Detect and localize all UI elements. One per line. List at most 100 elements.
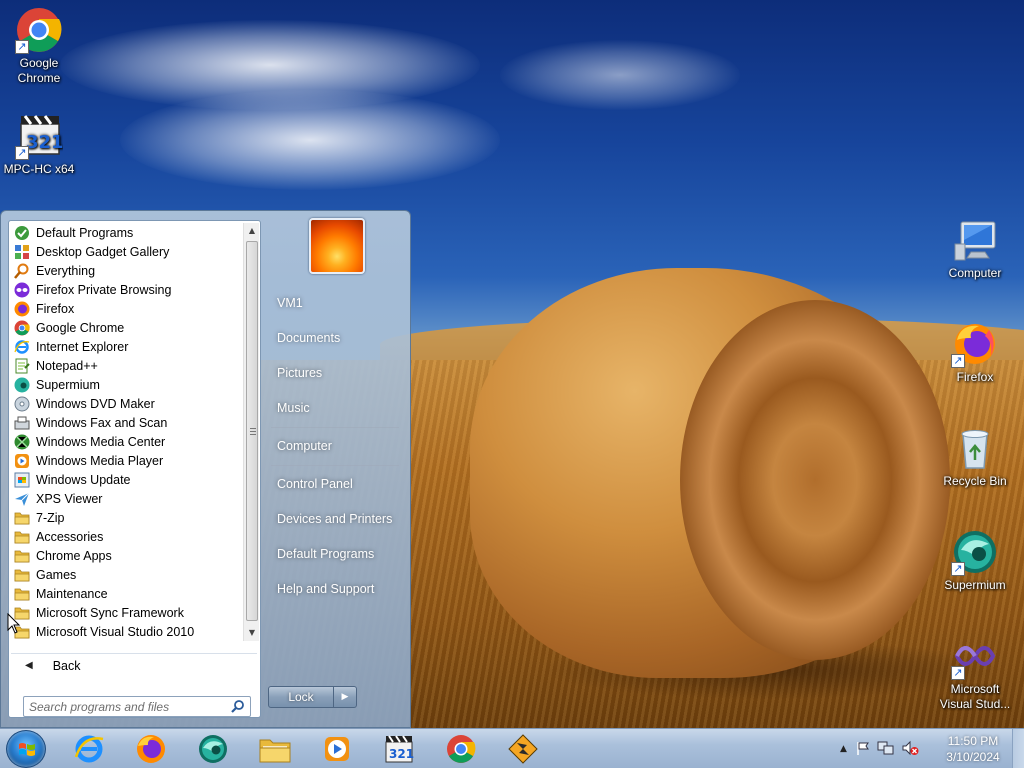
folder-icon (13, 547, 30, 564)
firefox-icon (13, 300, 30, 317)
start-right-devices-printers[interactable]: Devices and Printers (267, 505, 403, 533)
start-button[interactable] (6, 730, 46, 768)
network-icon[interactable] (877, 740, 895, 759)
program-item-label: Everything (36, 263, 96, 278)
start-right-pictures[interactable]: Pictures (267, 359, 403, 387)
xps-viewer-icon (13, 490, 30, 507)
supermium-icon (199, 735, 227, 763)
media-center-icon (13, 433, 30, 450)
supermium-icon (13, 376, 30, 393)
shutdown-options-arrow-icon[interactable]: ▶ (334, 686, 357, 708)
taskbar-chrome[interactable] (434, 731, 488, 767)
all-programs-pane: Default Programs Desktop Gadget Gallery Ev… (8, 220, 261, 718)
desktop-icon-firefox[interactable]: ↗ Firefox (937, 320, 1013, 385)
program-list-scrollbar[interactable]: ▲ ▼ (243, 223, 259, 641)
start-right-documents[interactable]: Documents (267, 324, 403, 352)
search-icon[interactable] (231, 699, 245, 716)
program-item[interactable]: Default Programs (11, 223, 243, 242)
everything-icon (13, 262, 30, 279)
desktop-icon-label: Recycle Bin (943, 474, 1007, 488)
program-item[interactable]: Accessories (11, 527, 243, 546)
clock[interactable]: 11:50 PM 3/10/2024 (940, 733, 1006, 765)
program-item[interactable]: XPS Viewer (11, 489, 243, 508)
desktop-icon-computer[interactable]: Computer (937, 216, 1013, 281)
dvd-maker-icon (13, 395, 30, 412)
winamp-icon (508, 734, 538, 764)
program-item[interactable]: Windows DVD Maker (11, 394, 243, 413)
mpc-hc-icon: 321 (385, 735, 414, 763)
clock-date: 3/10/2024 (946, 750, 1000, 764)
program-item[interactable]: Windows Media Center (11, 432, 243, 451)
show-desktop-button[interactable] (1012, 729, 1024, 768)
start-right-default-programs[interactable]: Default Programs (267, 540, 403, 568)
search-input[interactable] (29, 699, 219, 714)
desktop-icon-recycle-bin[interactable]: Recycle Bin (937, 424, 1013, 489)
taskbar-winamp[interactable] (496, 731, 550, 767)
volume-muted-icon[interactable] (901, 740, 919, 759)
desktop-icon-mpc-hc[interactable]: 321 ↗ MPC-HC x64 (1, 112, 77, 177)
program-item[interactable]: Notepad++ (11, 356, 243, 375)
show-hidden-icons-chevron-icon[interactable]: ▲ (840, 744, 847, 754)
desktop-icon-label: Computer (948, 266, 1002, 280)
program-item[interactable]: Internet Explorer (11, 337, 243, 356)
default-programs-icon (13, 224, 30, 241)
start-right-computer[interactable]: Computer (267, 432, 403, 460)
desktop-icon-visual-studio[interactable]: ↗ Microsoft Visual Stud... (937, 632, 1013, 712)
program-item-label: Microsoft Sync Framework (36, 605, 184, 620)
taskbar-ie[interactable] (62, 731, 116, 767)
start-right-control-panel[interactable]: Control Panel (267, 470, 403, 498)
folder-icon (13, 509, 30, 526)
program-item[interactable]: Windows Update (11, 470, 243, 489)
program-item[interactable]: Supermium (11, 375, 243, 394)
mouse-cursor-icon (7, 613, 21, 634)
supermium-icon: ↗ (951, 528, 999, 576)
program-item[interactable]: Desktop Gadget Gallery (11, 242, 243, 261)
program-item[interactable]: Google Chrome (11, 318, 243, 337)
scrollbar-thumb[interactable] (246, 241, 258, 621)
program-item[interactable]: Maintenance (11, 584, 243, 603)
media-player-icon (325, 737, 349, 761)
svg-text:321: 321 (26, 132, 63, 153)
program-item[interactable]: Microsoft Sync Framework (11, 603, 243, 622)
start-right-music[interactable]: Music (267, 394, 403, 422)
scroll-up-arrow-icon[interactable]: ▲ (244, 223, 260, 239)
scroll-down-arrow-icon[interactable]: ▼ (244, 625, 260, 641)
program-item[interactable]: Windows Media Player (11, 451, 243, 470)
search-box[interactable] (23, 696, 251, 717)
program-list: Default Programs Desktop Gadget Gallery Ev… (11, 223, 243, 641)
back-button[interactable]: ◀ Back (11, 653, 257, 677)
taskbar-firefox[interactable] (124, 731, 178, 767)
right-item-label: Music (277, 401, 310, 415)
computer-icon (951, 216, 999, 264)
program-item[interactable]: Windows Fax and Scan (11, 413, 243, 432)
user-picture[interactable] (309, 218, 365, 274)
program-item-label: Microsoft Visual Studio 2010 (36, 624, 195, 639)
desktop-icon-supermium[interactable]: ↗ Supermium (937, 528, 1013, 593)
program-item[interactable]: Firefox Private Browsing (11, 280, 243, 299)
taskbar-explorer[interactable] (248, 731, 302, 767)
program-item[interactable]: Everything (11, 261, 243, 280)
taskbar-supermium[interactable] (186, 731, 240, 767)
back-label: Back (52, 658, 81, 673)
media-player-icon (13, 452, 30, 469)
program-item[interactable]: Firefox (11, 299, 243, 318)
folder-icon (13, 566, 30, 583)
program-item[interactable]: Chrome Apps (11, 546, 243, 565)
program-item-label: Windows Media Center (36, 434, 166, 449)
program-item[interactable]: Microsoft Visual Studio 2010 (11, 622, 243, 641)
program-item[interactable]: 7-Zip (11, 508, 243, 527)
taskbar-media-player[interactable] (310, 731, 364, 767)
program-item-label: 7-Zip (36, 510, 65, 525)
desktop-icon-chrome[interactable]: ↗ Google Chrome (1, 6, 77, 86)
program-item[interactable]: Games (11, 565, 243, 584)
desktop-icon-label: MPC-HC x64 (3, 162, 75, 176)
right-item-label: Pictures (277, 366, 323, 380)
taskbar-mpc-hc[interactable]: 321 (372, 731, 426, 767)
start-right-help-support[interactable]: Help and Support (267, 575, 403, 603)
lock-button[interactable]: Lock (268, 686, 334, 708)
start-right-user-vm1[interactable]: VM1 (267, 289, 403, 317)
gadget-icon (13, 243, 30, 260)
separator (271, 427, 399, 428)
program-item-label: Firefox (36, 301, 75, 316)
action-center-flag-icon[interactable] (855, 740, 871, 759)
